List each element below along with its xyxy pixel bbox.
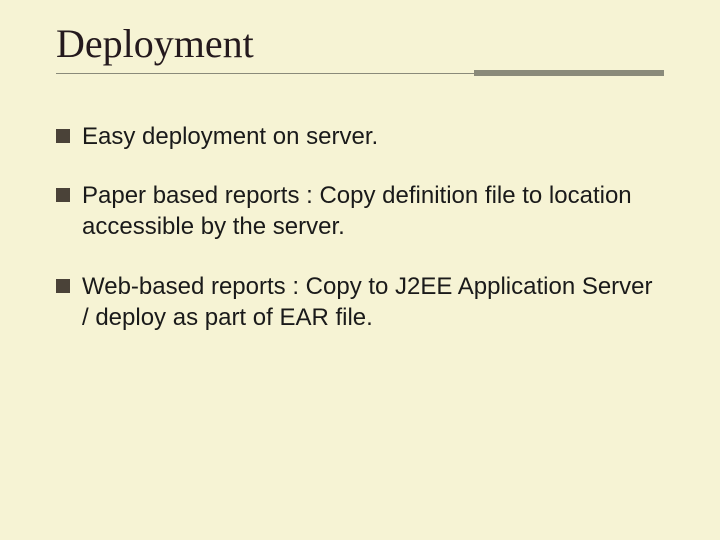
bullet-icon xyxy=(56,188,70,202)
bullet-text: Paper based reports : Copy definition fi… xyxy=(82,180,664,242)
bullet-text: Web-based reports : Copy to J2EE Applica… xyxy=(82,271,664,333)
rule-thick xyxy=(474,70,664,76)
list-item: Web-based reports : Copy to J2EE Applica… xyxy=(56,271,664,333)
bullet-text: Easy deployment on server. xyxy=(82,121,664,152)
title-underline xyxy=(56,73,664,91)
bullet-list: Easy deployment on server. Paper based r… xyxy=(56,121,664,333)
slide-title: Deployment xyxy=(56,20,664,67)
list-item: Easy deployment on server. xyxy=(56,121,664,152)
list-item: Paper based reports : Copy definition fi… xyxy=(56,180,664,242)
title-area: Deployment xyxy=(56,20,664,91)
bullet-icon xyxy=(56,129,70,143)
slide: Deployment Easy deployment on server. Pa… xyxy=(0,0,720,540)
bullet-icon xyxy=(56,279,70,293)
